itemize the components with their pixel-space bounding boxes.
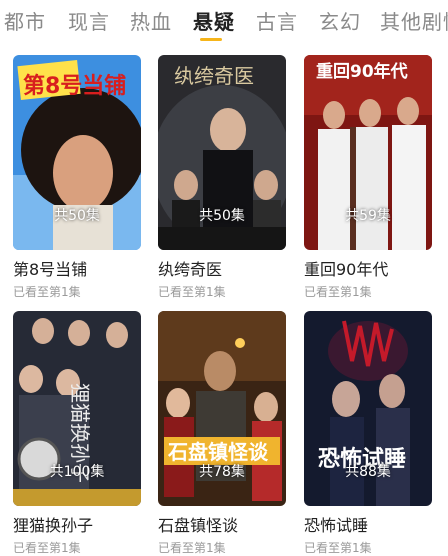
- drama-card[interactable]: 石盘镇怪谈 共78集 石盘镇怪谈 已看至第1集: [158, 311, 286, 556]
- active-tab-indicator: [200, 38, 222, 41]
- episode-count: 共88集: [345, 464, 391, 480]
- tab-fantasy[interactable]: 玄幻: [319, 6, 361, 35]
- poster-title-text: 第8号当铺: [23, 73, 126, 99]
- tab-ancient-romance[interactable]: 古言: [256, 6, 298, 35]
- drama-card[interactable]: 纨绔奇医 共50集 纨绔奇医 已看至第1集: [158, 55, 286, 300]
- drama-poster[interactable]: 石盘镇怪谈 共78集: [158, 311, 286, 506]
- episode-count: 共50集: [199, 208, 245, 224]
- drama-poster[interactable]: 狸猫换孙子 共100集: [13, 311, 141, 506]
- category-tab-bar: 都市 现言 热血 悬疑 古言 玄幻 其他剧情: [0, 0, 448, 44]
- watch-progress: 已看至第1集: [13, 285, 81, 299]
- watch-progress: 已看至第1集: [304, 285, 372, 299]
- tab-other[interactable]: 其他剧情: [380, 6, 448, 35]
- drama-poster[interactable]: 恐怖试睡 共88集: [304, 311, 432, 506]
- watch-progress: 已看至第1集: [158, 285, 226, 299]
- drama-card[interactable]: 恐怖试睡 共88集 恐怖试睡 已看至第1集: [304, 311, 432, 556]
- drama-card[interactable]: 狸猫换孙子 共100集 狸猫换孙子 已看至第1集: [13, 311, 141, 556]
- drama-title[interactable]: 恐怖试睡: [304, 512, 432, 536]
- episode-count: 共100集: [49, 464, 105, 480]
- drama-card[interactable]: 重回90年代 共59集 重回90年代 已看至第1集: [304, 55, 432, 300]
- episode-count: 共50集: [54, 208, 100, 224]
- drama-title[interactable]: 石盘镇怪谈: [158, 512, 286, 536]
- poster-title-text: 重回90年代: [316, 61, 408, 82]
- drama-title[interactable]: 第8号当铺: [13, 256, 141, 280]
- drama-card[interactable]: 第8号当铺 共50集 第8号当铺 已看至第1集: [13, 55, 141, 300]
- drama-title[interactable]: 纨绔奇医: [158, 256, 286, 280]
- tab-suspense[interactable]: 悬疑: [193, 6, 235, 35]
- tab-modern-romance[interactable]: 现言: [68, 6, 110, 35]
- episode-count: 共59集: [345, 208, 391, 224]
- drama-poster[interactable]: 重回90年代 共59集: [304, 55, 432, 250]
- poster-title-text: 纨绔奇医: [174, 64, 254, 88]
- drama-poster[interactable]: 第8号当铺 共50集: [13, 55, 141, 250]
- watch-progress: 已看至第1集: [304, 541, 372, 555]
- episode-count: 共78集: [199, 464, 245, 480]
- tab-action[interactable]: 热血: [130, 6, 172, 35]
- tab-urban[interactable]: 都市: [4, 6, 46, 35]
- drama-title[interactable]: 重回90年代: [304, 256, 432, 280]
- watch-progress: 已看至第1集: [158, 541, 226, 555]
- watch-progress: 已看至第1集: [13, 541, 81, 555]
- drama-poster[interactable]: 纨绔奇医 共50集: [158, 55, 286, 250]
- drama-title[interactable]: 狸猫换孙子: [13, 512, 141, 536]
